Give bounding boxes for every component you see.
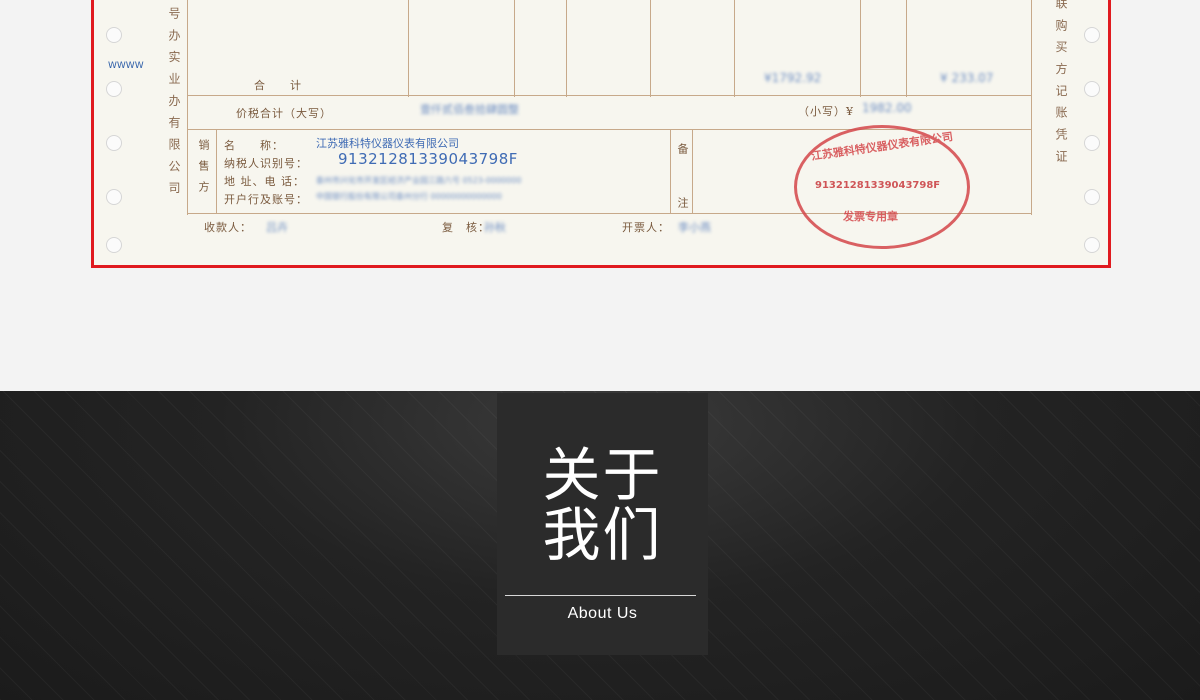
invoice-image: WWWW 号 办 实 业 办 有 限 公 司 联 购 买 方 记 账 凭 证 合… [91,0,1111,268]
small-amount-label: （小写）¥ [798,105,854,118]
tax-total-words: 壹仟贰佰叁拾肆圆整 [420,103,519,116]
company-seal: 江苏雅科特仪器仪表有限公司 91321281339043798F 发票专用章 [794,125,970,249]
punch-hole [1084,81,1100,97]
total-amount: ¥1792.92 [764,71,822,85]
table-border [187,0,188,215]
seller-name: 江苏雅科特仪器仪表有限公司 [316,137,459,150]
table-column-line [566,0,567,97]
payee-label: 收款人： [204,221,252,234]
seal-type: 发票专用章 [843,210,898,223]
table-border [1031,0,1032,215]
perforation-right [1078,0,1104,265]
seller-bank: 中国银行股份有限公司泰州分行 00000000000000 [316,192,502,201]
table-column-line [408,0,409,97]
table-column-line [670,129,671,213]
remarks-label: 备 注 [676,143,689,224]
small-amount: 1982.00 [862,101,912,115]
table-column-line [734,0,735,97]
total-label: 合 计 [254,79,302,92]
punch-hole [106,237,122,253]
perforation-left [100,0,126,265]
table-column-line [216,129,217,213]
seal-company-name: 江苏雅科特仪器仪表有限公司 [810,130,954,163]
name-label: 名 称： [224,139,284,152]
seal-tax-number: 91321281339043798F [815,180,941,191]
about-section: 关于 我们 About Us [0,391,1200,700]
issuer-name: 李小燕 [678,221,711,234]
payee-name: 吕卉 [266,221,288,234]
seller-group-label: 销售方 [197,139,210,202]
punch-hole [106,135,122,151]
about-title: 关于 我们 [497,445,708,565]
bank-label: 开户行及账号： [224,193,308,206]
about-title-line-1: 关于 [542,441,663,509]
table-column-line [650,0,651,97]
punch-hole [1084,237,1100,253]
copy-type-vertical: 联 购 买 方 记 账 凭 证 [1054,0,1068,165]
issuer-label: 开票人： [622,221,670,234]
about-title-line-2: 我们 [542,501,663,569]
punch-hole [106,81,122,97]
seller-tax-id: 91321281339043798F [338,150,518,168]
tax-total-label: 价税合计（大写） [236,107,332,120]
total-tax: ¥ 233.07 [940,71,994,85]
table-column-line [692,129,693,213]
punch-hole [106,189,122,205]
review-label: 复 核： [442,221,490,234]
divider [505,595,696,596]
printer-name-vertical: 号 办 实 业 办 有 限 公 司 [167,7,181,197]
review-name: 孙秋 [484,221,506,234]
about-subtitle: About Us [567,605,638,622]
punch-hole [1084,27,1100,43]
table-row-line [187,95,1032,96]
punch-hole [106,27,122,43]
seller-address: 泰州市兴化市开发区经济产业园三路六号 0523-0000000 [316,176,522,185]
tax-id-label: 纳税人识别号： [224,157,308,170]
address-label: 地 址、电 话： [224,175,305,188]
edge-marks: WWWW [108,61,144,71]
punch-hole [1084,135,1100,151]
punch-hole [1084,189,1100,205]
about-title-box: 关于 我们 About Us [497,393,708,655]
table-column-line [514,0,515,97]
table-column-line [906,0,907,97]
table-column-line [860,0,861,97]
